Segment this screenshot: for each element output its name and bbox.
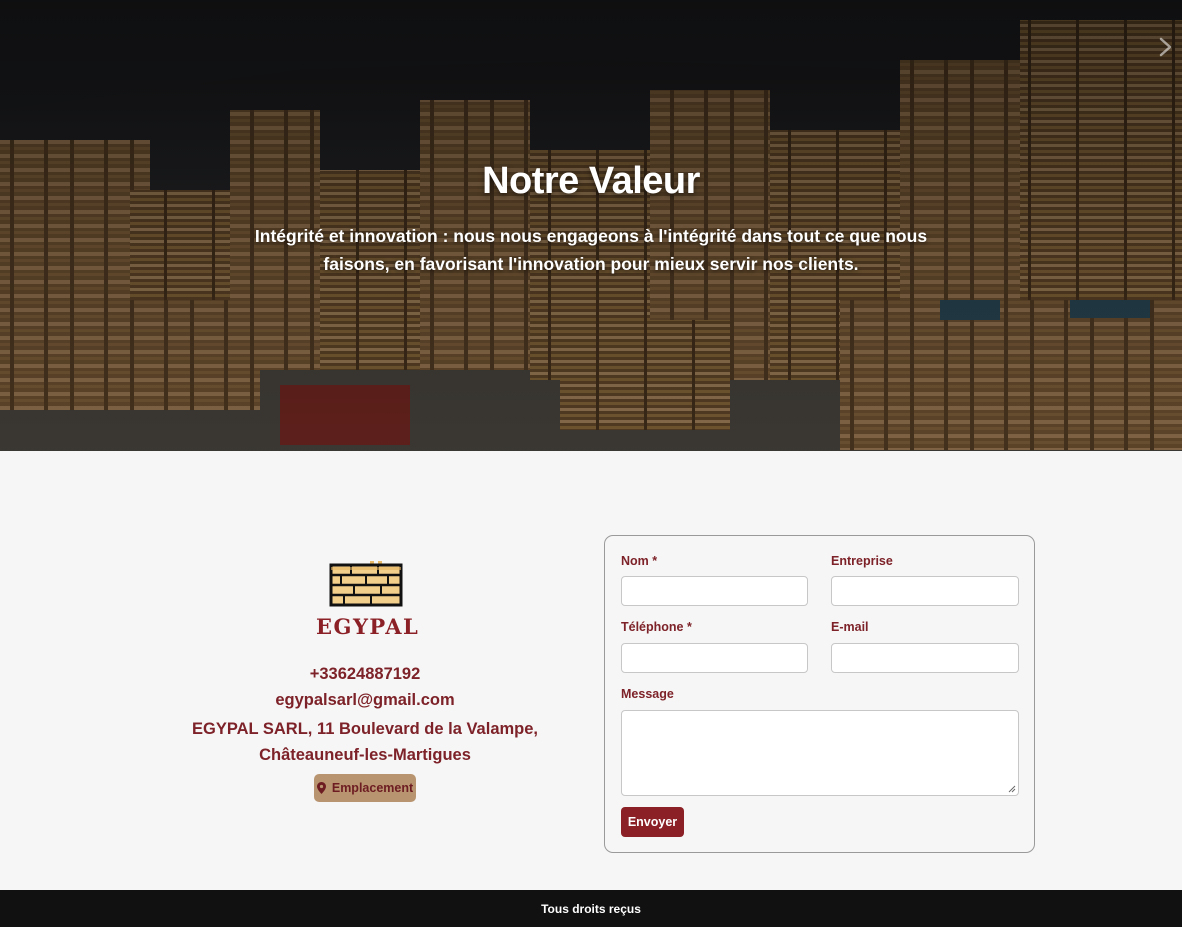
message-label: Message [621, 687, 674, 701]
location-button[interactable]: Emplacement [314, 774, 416, 802]
hero-title: Notre Valeur [482, 160, 700, 202]
hero-description: Intégrité et innovation : nous nous enga… [254, 226, 928, 274]
company-input[interactable] [831, 576, 1019, 606]
contact-email[interactable]: egypalsarl@gmail.com [150, 691, 580, 710]
phone-input[interactable] [621, 643, 808, 673]
pallet-logo-icon [329, 561, 403, 607]
logo-text: EGYPAL [316, 614, 420, 639]
footer: Tous droits reçus [0, 890, 1182, 927]
footer-text: Tous droits reçus [541, 901, 641, 916]
contact-phone[interactable]: +33624887192 [150, 665, 580, 684]
name-label: Nom * [621, 554, 658, 568]
location-button-label: Emplacement [331, 781, 414, 795]
contact-address: EGYPAL SARL, 11 Boulevard de la Valampe,… [191, 720, 539, 764]
map-marker-icon [316, 782, 326, 794]
phone-label: Téléphone * [621, 620, 692, 634]
hero-section: Notre Valeur Intégrité et innovation : n… [0, 0, 1182, 451]
company-label: Entreprise [831, 554, 893, 568]
name-input[interactable] [621, 576, 808, 606]
contact-form: Nom * Entreprise Téléphone * E-mail Mess… [604, 535, 1035, 853]
chevron-right-icon[interactable] [1154, 36, 1176, 58]
submit-button[interactable]: Envoyer [621, 807, 684, 837]
egypal-logo: EGYPAL [316, 558, 420, 644]
email-input[interactable] [831, 643, 1019, 673]
message-textarea[interactable] [621, 710, 1019, 796]
email-label: E-mail [831, 620, 869, 634]
resize-grip-icon[interactable] [1008, 785, 1016, 793]
